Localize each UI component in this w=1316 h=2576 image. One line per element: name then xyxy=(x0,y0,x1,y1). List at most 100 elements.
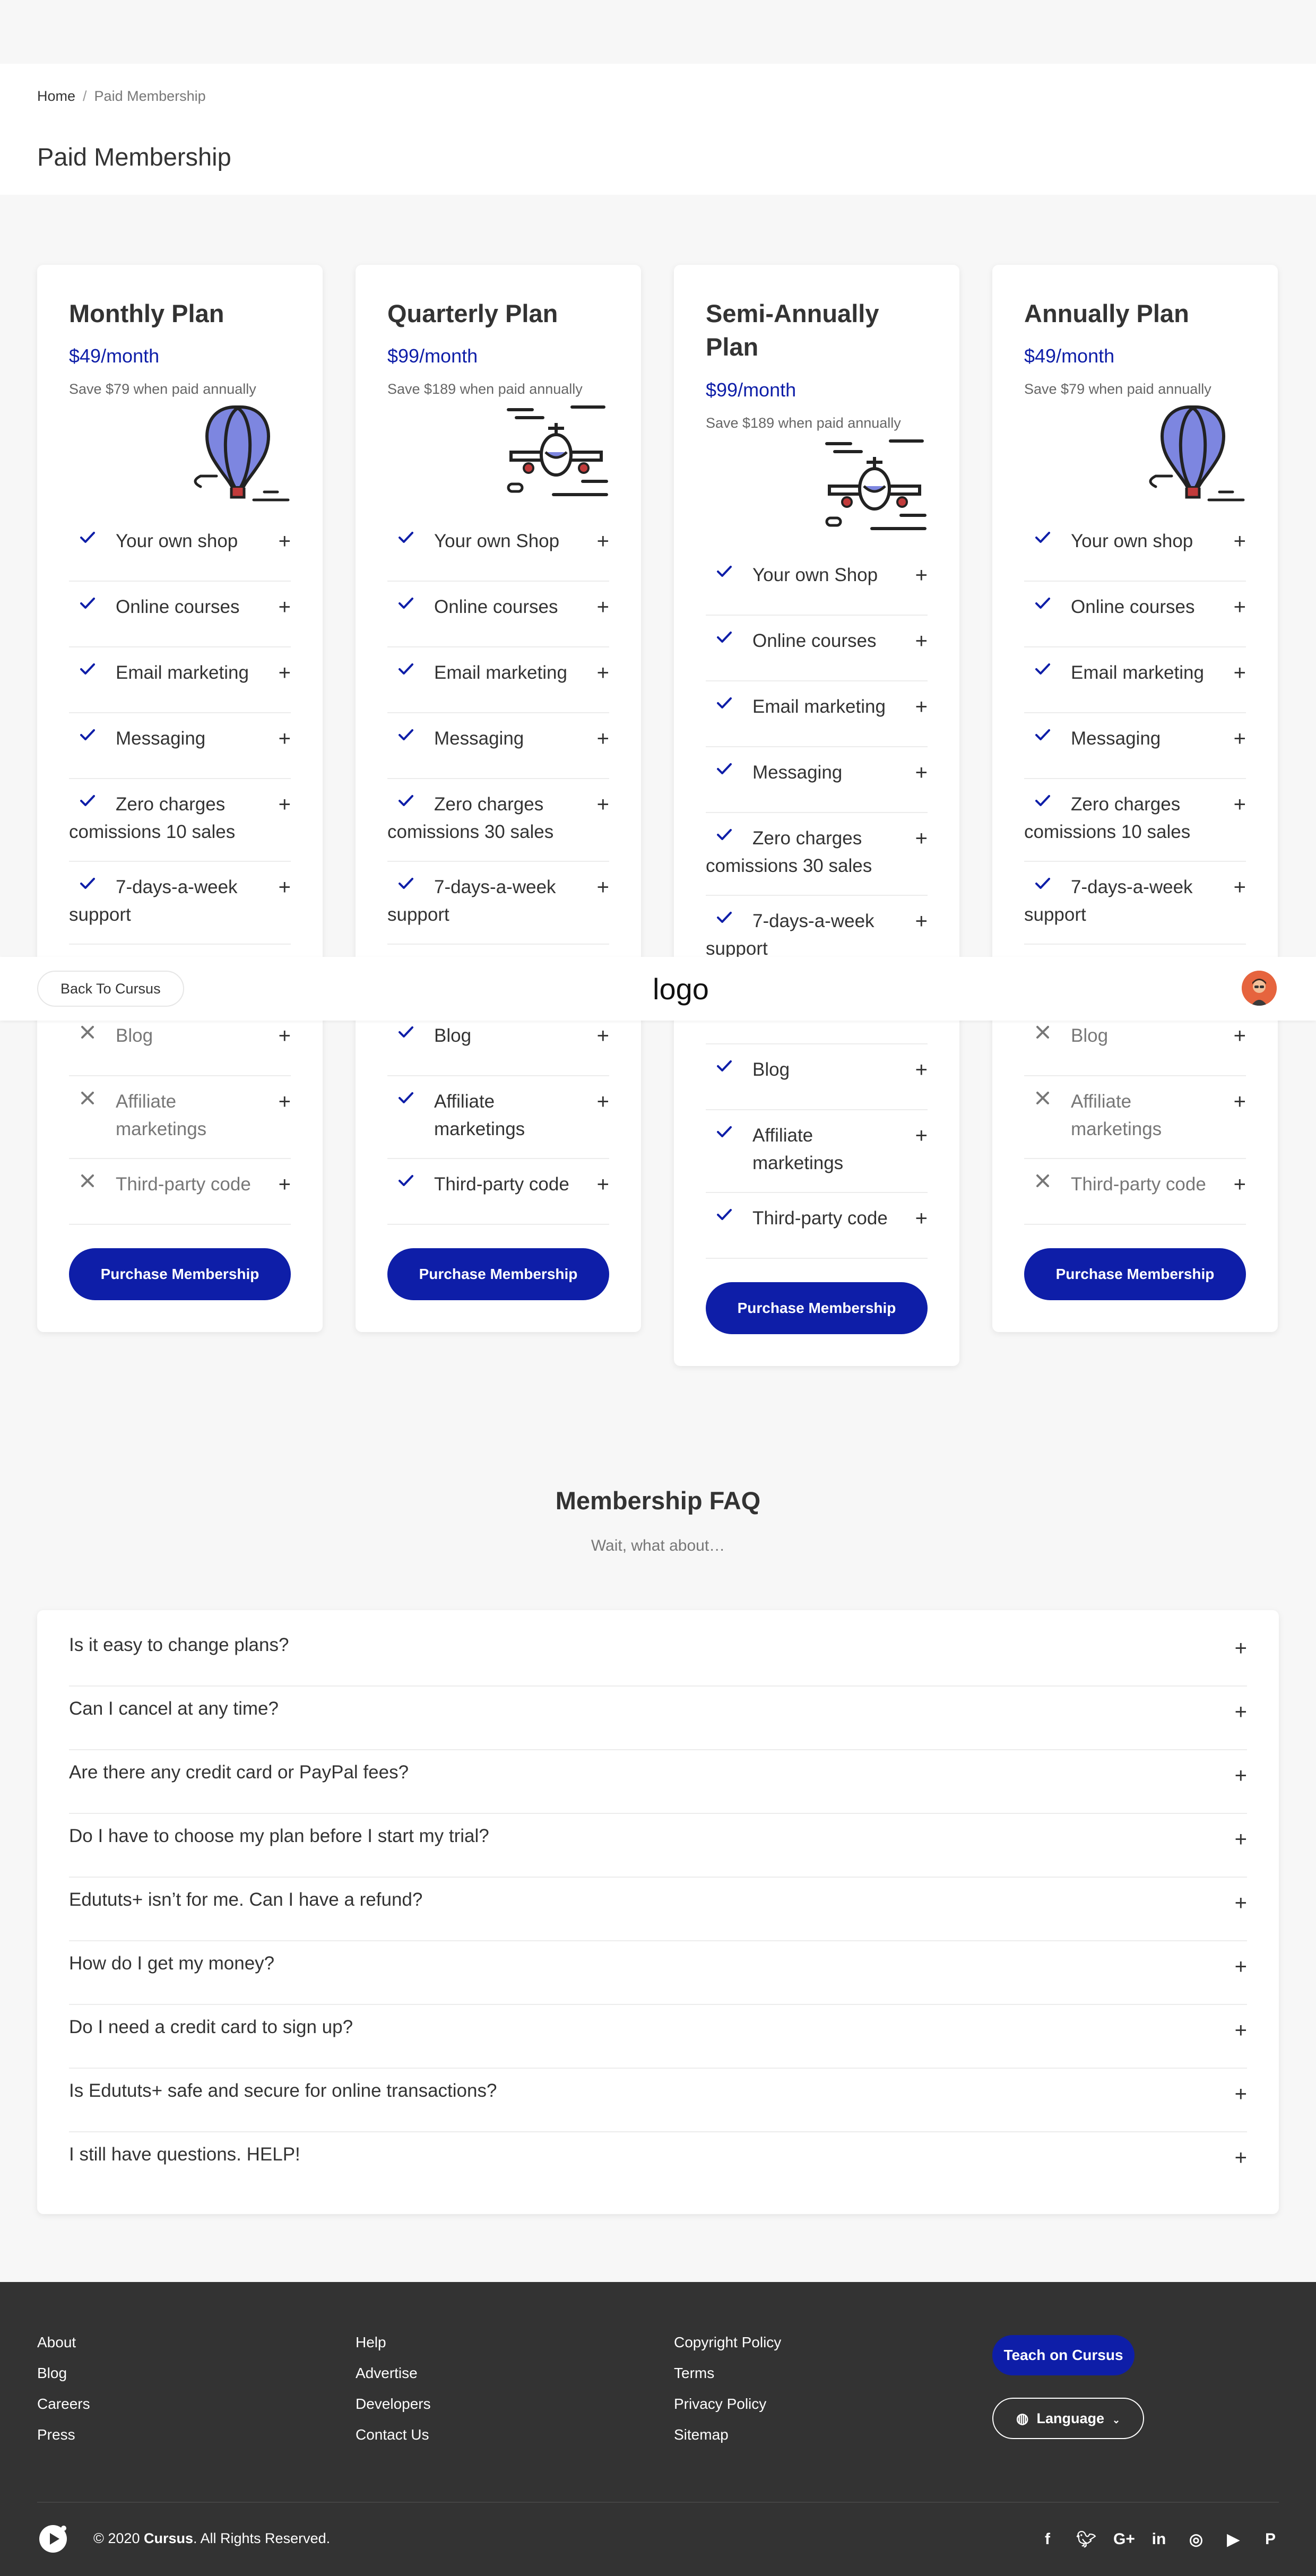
feature-item[interactable]: Messaging + xyxy=(387,713,609,780)
plus-icon[interactable]: + xyxy=(915,1056,928,1084)
plus-icon[interactable]: + xyxy=(915,825,928,852)
faq-item[interactable]: Do I have to choose my plan before I sta… xyxy=(69,1814,1247,1878)
plus-icon[interactable]: + xyxy=(1235,2008,1247,2053)
feature-item[interactable]: Online courses + xyxy=(1024,582,1246,648)
plus-icon[interactable]: + xyxy=(1235,1690,1247,1734)
footer-link[interactable]: Advertise xyxy=(356,2366,431,2381)
plus-icon[interactable]: + xyxy=(1234,528,1246,555)
feature-item[interactable]: Online courses + xyxy=(387,582,609,648)
faq-item[interactable]: Edututs+ isn’t for me. Can I have a refu… xyxy=(69,1878,1247,1941)
feature-item[interactable]: Zero charges comissions 10 sales + xyxy=(69,779,291,862)
plus-icon[interactable]: + xyxy=(597,1171,609,1198)
purchase-membership-button[interactable]: Purchase Membership xyxy=(387,1248,609,1301)
faq-item[interactable]: Can I cancel at any time? + xyxy=(69,1687,1247,1750)
plus-icon[interactable]: + xyxy=(279,593,291,621)
footer-link[interactable]: Help xyxy=(356,2335,431,2350)
feature-item[interactable]: Messaging + xyxy=(1024,713,1246,780)
plus-icon[interactable]: + xyxy=(1235,2136,1247,2180)
plus-icon[interactable]: + xyxy=(279,874,291,901)
plus-icon[interactable]: + xyxy=(1234,593,1246,621)
plus-icon[interactable]: + xyxy=(915,1205,928,1232)
faq-item[interactable]: How do I get my money? + xyxy=(69,1941,1247,2005)
feature-item[interactable]: 7-days-a-week support + xyxy=(1024,862,1246,945)
logo[interactable]: logo xyxy=(653,972,709,1006)
plus-icon[interactable]: + xyxy=(915,1122,928,1149)
breadcrumb-home-link[interactable]: Home xyxy=(37,88,75,104)
linkedin-icon[interactable]: in xyxy=(1150,2530,1167,2549)
feature-item[interactable]: Blog + xyxy=(69,1010,291,1077)
instagram-icon[interactable]: ◎ xyxy=(1188,2530,1205,2549)
pinterest-icon[interactable]: P xyxy=(1262,2530,1279,2549)
feature-item[interactable]: Affiliate marketings + xyxy=(387,1076,609,1160)
language-button[interactable]: ◍ Language ⌄ xyxy=(992,2398,1144,2439)
plus-icon[interactable]: + xyxy=(915,759,928,786)
feature-item[interactable]: Email marketing + xyxy=(387,647,609,714)
purchase-membership-button[interactable]: Purchase Membership xyxy=(1024,1248,1246,1301)
faq-item[interactable]: I still have questions. HELP! + xyxy=(69,2132,1247,2196)
plus-icon[interactable]: + xyxy=(1235,1626,1247,1671)
feature-item[interactable]: 7-days-a-week support + xyxy=(387,862,609,945)
feature-item[interactable]: Blog + xyxy=(387,1010,609,1077)
feature-item[interactable]: Email marketing + xyxy=(69,647,291,714)
google-plus-icon[interactable]: G+ xyxy=(1113,2530,1135,2549)
purchase-membership-button[interactable]: Purchase Membership xyxy=(706,1282,928,1334)
plus-icon[interactable]: + xyxy=(279,659,291,687)
plus-icon[interactable]: + xyxy=(279,791,291,818)
purchase-membership-button[interactable]: Purchase Membership xyxy=(69,1248,291,1301)
faq-item[interactable]: Is it easy to change plans? + xyxy=(69,1623,1247,1687)
plus-icon[interactable]: + xyxy=(1234,1022,1246,1050)
feature-item[interactable]: Third-party code + xyxy=(706,1193,928,1259)
feature-item[interactable]: Affiliate marketings + xyxy=(1024,1076,1246,1160)
footer-link[interactable]: Developers xyxy=(356,2397,431,2411)
feature-item[interactable]: Third-party code + xyxy=(1024,1159,1246,1225)
plus-icon[interactable]: + xyxy=(915,561,928,589)
plus-icon[interactable]: + xyxy=(279,528,291,555)
plus-icon[interactable]: + xyxy=(1235,2072,1247,2116)
feature-item[interactable]: Zero charges comissions 10 sales + xyxy=(1024,779,1246,862)
plus-icon[interactable]: + xyxy=(597,1022,609,1050)
feature-item[interactable]: Email marketing + xyxy=(1024,647,1246,714)
plus-icon[interactable]: + xyxy=(915,907,928,935)
plus-icon[interactable]: + xyxy=(1234,874,1246,901)
footer-link[interactable]: Contact Us xyxy=(356,2427,431,2442)
plus-icon[interactable]: + xyxy=(279,725,291,753)
feature-item[interactable]: Third-party code + xyxy=(69,1159,291,1225)
plus-icon[interactable]: + xyxy=(1234,659,1246,687)
plus-icon[interactable]: + xyxy=(597,725,609,753)
plus-icon[interactable]: + xyxy=(1235,1817,1247,1862)
plus-icon[interactable]: + xyxy=(597,593,609,621)
feature-item[interactable]: Zero charges comissions 30 sales + xyxy=(387,779,609,862)
feature-item[interactable]: Third-party code + xyxy=(387,1159,609,1225)
feature-item[interactable]: Zero charges comissions 30 sales + xyxy=(706,813,928,896)
plus-icon[interactable]: + xyxy=(597,528,609,555)
teach-on-cursus-button[interactable]: Teach on Cursus xyxy=(992,2335,1135,2375)
plus-icon[interactable]: + xyxy=(597,791,609,818)
footer-link[interactable]: About xyxy=(37,2335,90,2350)
feature-item[interactable]: Affiliate marketings + xyxy=(69,1076,291,1160)
plus-icon[interactable]: + xyxy=(597,1088,609,1116)
youtube-icon[interactable]: ▶ xyxy=(1225,2530,1242,2549)
feature-item[interactable]: Your own shop + xyxy=(69,516,291,582)
footer-link[interactable]: Terms xyxy=(674,2366,781,2381)
feature-item[interactable]: Blog + xyxy=(706,1044,928,1110)
footer-link[interactable]: Careers xyxy=(37,2397,90,2411)
avatar[interactable] xyxy=(1242,971,1277,1006)
plus-icon[interactable]: + xyxy=(597,659,609,687)
footer-link[interactable]: Blog xyxy=(37,2366,90,2381)
plus-icon[interactable]: + xyxy=(915,693,928,721)
plus-icon[interactable]: + xyxy=(1234,725,1246,753)
plus-icon[interactable]: + xyxy=(279,1022,291,1050)
footer-link[interactable]: Copyright Policy xyxy=(674,2335,781,2350)
faq-item[interactable]: Are there any credit card or PayPal fees… xyxy=(69,1750,1247,1814)
footer-link[interactable]: Press xyxy=(37,2427,90,2442)
feature-item[interactable]: Your own Shop + xyxy=(387,516,609,582)
plus-icon[interactable]: + xyxy=(279,1171,291,1198)
plus-icon[interactable]: + xyxy=(1235,1944,1247,1989)
feature-item[interactable]: Affiliate marketings + xyxy=(706,1110,928,1193)
cursus-logo-icon[interactable] xyxy=(37,2523,69,2555)
feature-item[interactable]: 7-days-a-week support + xyxy=(69,862,291,945)
feature-item[interactable]: Online courses + xyxy=(69,582,291,648)
feature-item[interactable]: Email marketing + xyxy=(706,681,928,747)
feature-item[interactable]: Blog + xyxy=(1024,1010,1246,1077)
feature-item[interactable]: Messaging + xyxy=(706,747,928,813)
